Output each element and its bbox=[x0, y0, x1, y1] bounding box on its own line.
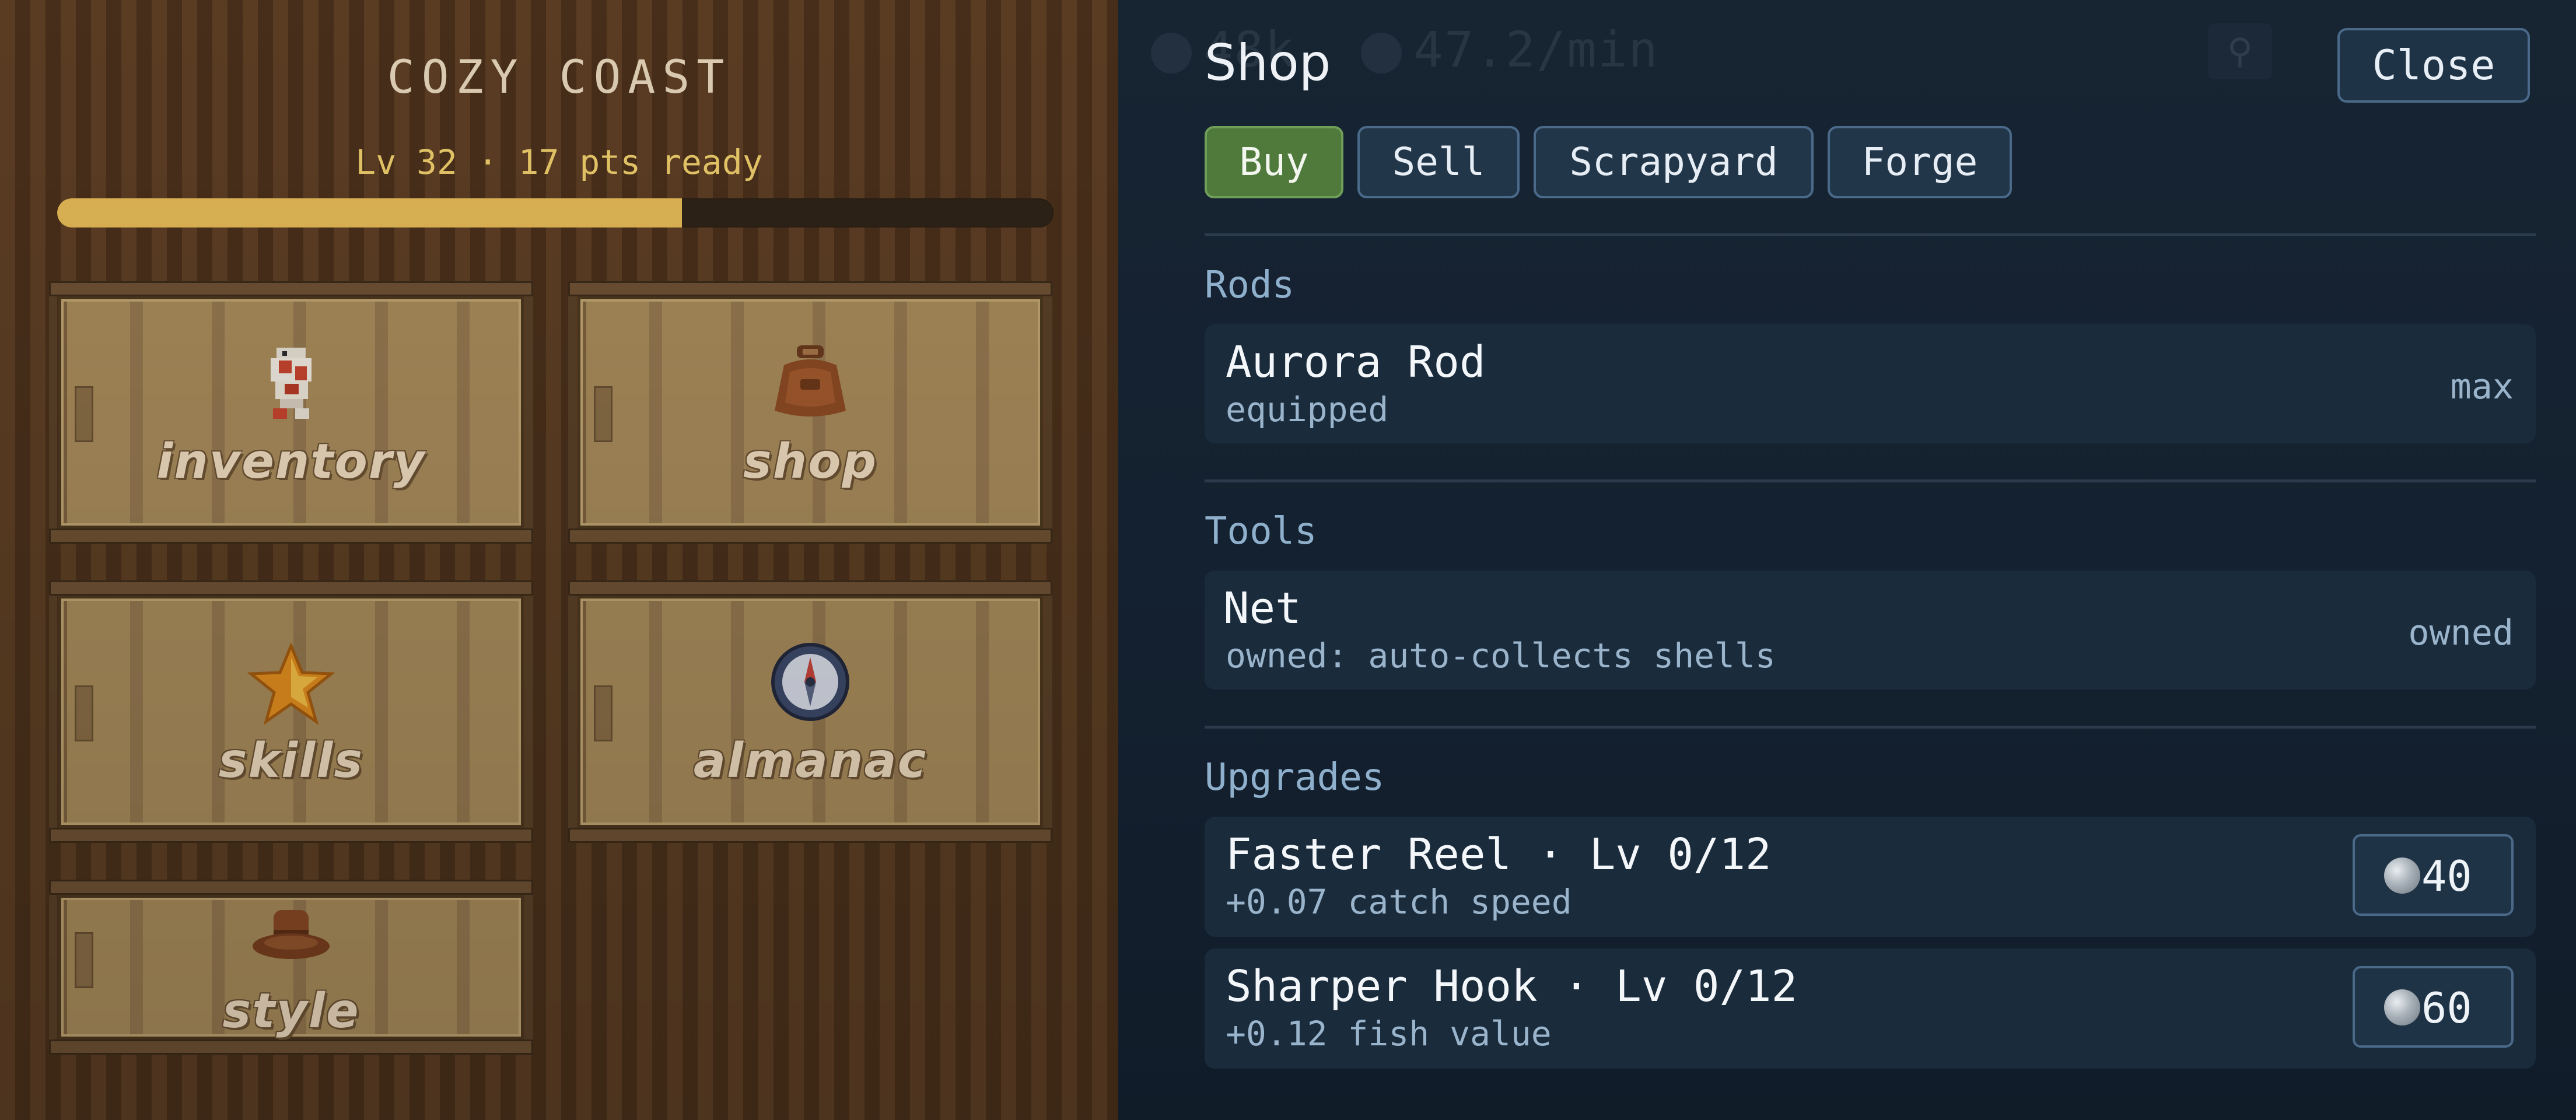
tile-rail bbox=[568, 281, 1052, 296]
pin-icon: ⚲ bbox=[2208, 23, 2272, 79]
silver-coin-icon bbox=[2384, 858, 2420, 894]
item-name: Net bbox=[1223, 583, 1301, 634]
tile-post bbox=[568, 596, 576, 828]
section-divider bbox=[1205, 726, 2536, 729]
menu-tile-shop[interactable]: shop bbox=[568, 281, 1052, 544]
tile-rail bbox=[568, 528, 1052, 544]
shop-item-net[interactable]: Net owned: auto-collects shells owned bbox=[1205, 570, 2536, 690]
tile-rail bbox=[49, 528, 533, 544]
tab-forge[interactable]: Forge bbox=[1828, 126, 2012, 198]
xp-progress-fill bbox=[57, 198, 682, 228]
tile-rail bbox=[49, 828, 533, 843]
menu-tile-inventory[interactable]: inventory bbox=[49, 281, 533, 544]
menu-tile-label: almanac bbox=[693, 733, 928, 789]
main-menu-panel: COZY COAST Lv 32 · 17 pts ready inventor… bbox=[0, 0, 1118, 1120]
section-heading-rods: Rods bbox=[1205, 264, 1295, 307]
item-description: +0.07 catch speed bbox=[1226, 882, 1572, 922]
item-name: Sharper Hook · Lv 0/12 bbox=[1226, 961, 1798, 1012]
tile-post bbox=[49, 296, 57, 528]
tile-rail bbox=[49, 281, 533, 296]
xp-progress-bar bbox=[57, 198, 1054, 228]
item-name: Aurora Rod bbox=[1226, 337, 1486, 387]
bag-icon bbox=[766, 342, 854, 426]
tile-post bbox=[1044, 596, 1052, 828]
item-status: max bbox=[2450, 366, 2514, 407]
tab-scrapyard[interactable]: Scrapyard bbox=[1534, 126, 1814, 198]
tab-sell[interactable]: Sell bbox=[1357, 126, 1520, 198]
koi-fish-icon bbox=[259, 343, 323, 425]
buy-faster-reel-button[interactable]: 40 bbox=[2353, 834, 2514, 916]
area-title: COZY COAST bbox=[387, 51, 732, 104]
tile-post bbox=[525, 296, 533, 528]
menu-tile-style[interactable]: style bbox=[49, 880, 533, 1055]
menu-tile-label: inventory bbox=[156, 434, 426, 489]
shop-item-aurora-rod[interactable]: Aurora Rod equipped max bbox=[1205, 324, 2536, 443]
item-description: owned: auto-collects shells bbox=[1226, 636, 1776, 676]
menu-tile-label: shop bbox=[743, 434, 878, 489]
section-heading-tools: Tools bbox=[1205, 510, 1317, 553]
tile-handle bbox=[75, 932, 93, 988]
tile-post bbox=[49, 596, 57, 828]
price-amount: 60 bbox=[2421, 984, 2472, 1032]
shop-title: Shop bbox=[1205, 34, 1331, 92]
tile-rail bbox=[49, 1040, 533, 1055]
tile-rail bbox=[568, 580, 1052, 596]
menu-tile-label: skills bbox=[218, 733, 364, 789]
menu-tile-skills[interactable]: skills bbox=[49, 580, 533, 843]
compass-icon bbox=[769, 641, 851, 725]
item-description: +0.12 fish value bbox=[1226, 1014, 1552, 1054]
eye-icon bbox=[1361, 33, 1402, 74]
shop-item-sharper-hook: Sharper Hook · Lv 0/12 +0.12 fish value … bbox=[1205, 949, 2536, 1069]
menu-tile-label: style bbox=[222, 984, 360, 1039]
star-icon bbox=[247, 642, 335, 727]
tile-rail bbox=[568, 828, 1052, 843]
tile-post bbox=[525, 596, 533, 828]
tile-post bbox=[568, 296, 576, 528]
tab-buy[interactable]: Buy bbox=[1205, 126, 1343, 198]
tile-rail bbox=[49, 880, 533, 895]
shop-panel: 48k 47.2/min ⚲ Shop Close Buy Sell Scrap… bbox=[1118, 0, 2576, 1120]
section-heading-upgrades: Upgrades bbox=[1205, 756, 1385, 799]
item-description: equipped bbox=[1226, 390, 1389, 429]
item-status: owned bbox=[2408, 612, 2514, 653]
income-rate: 47.2/min bbox=[1413, 21, 1659, 78]
tile-rail bbox=[49, 580, 533, 596]
item-name: Faster Reel · Lv 0/12 bbox=[1226, 830, 1772, 880]
section-divider bbox=[1205, 233, 2536, 236]
close-button[interactable]: Close bbox=[2337, 28, 2530, 103]
level-status: Lv 32 · 17 pts ready bbox=[355, 142, 763, 182]
coin-icon bbox=[1151, 33, 1192, 74]
hat-icon bbox=[250, 907, 332, 967]
buy-sharper-hook-button[interactable]: 60 bbox=[2353, 966, 2514, 1048]
shop-item-faster-reel: Faster Reel · Lv 0/12 +0.07 catch speed … bbox=[1205, 817, 2536, 937]
section-divider bbox=[1205, 480, 2536, 482]
silver-coin-icon bbox=[2384, 989, 2420, 1026]
price-amount: 40 bbox=[2421, 852, 2472, 901]
menu-tile-almanac[interactable]: almanac bbox=[568, 580, 1052, 843]
tile-post bbox=[1044, 296, 1052, 528]
